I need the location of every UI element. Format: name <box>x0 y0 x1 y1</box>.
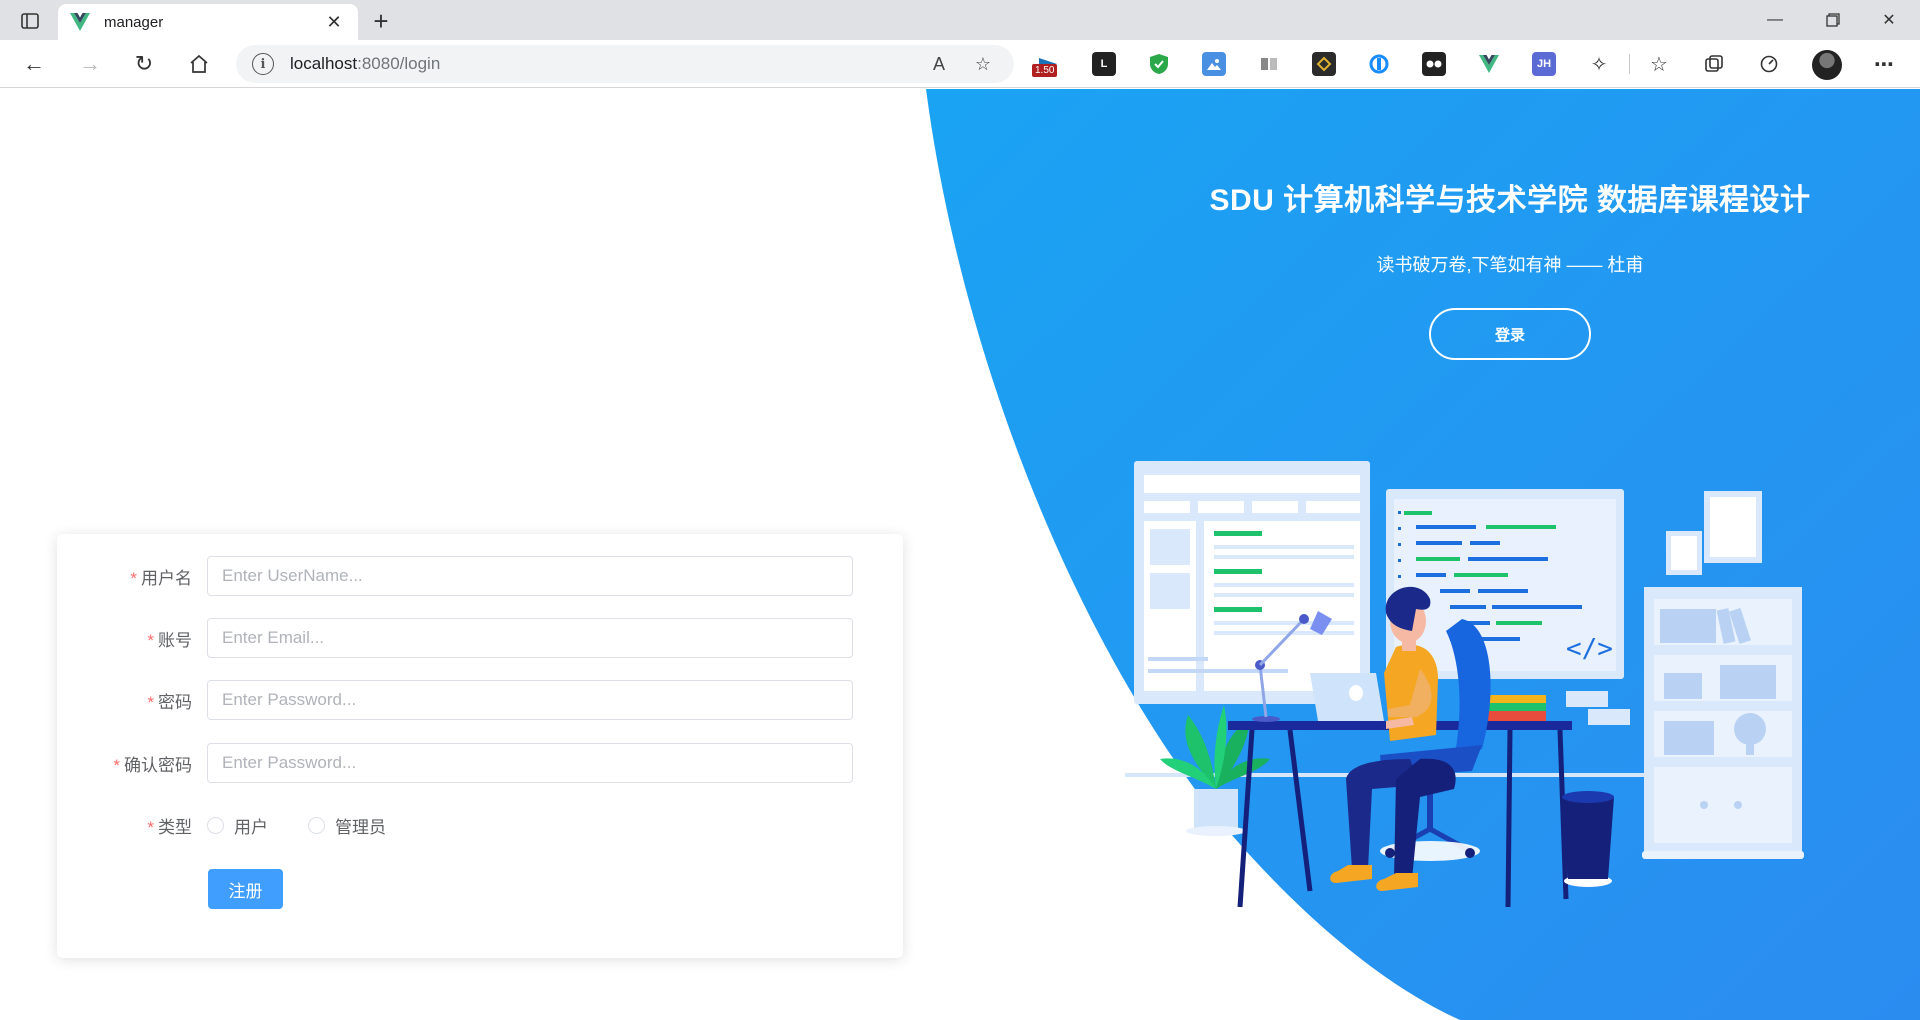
radio-admin-label: 管理员 <box>335 817 386 837</box>
confirm-password-row: * 确认密码 <box>57 742 903 784</box>
hero-title: SDU 计算机科学与技术学院 数据库课程设计 <box>1209 184 1811 217</box>
favorites-icon[interactable]: ☆ <box>1647 52 1671 76</box>
vue-logo-icon <box>70 13 90 31</box>
extension-blue-drop-icon[interactable] <box>1367 52 1391 76</box>
extension-shield-icon[interactable] <box>1147 52 1171 76</box>
extension-reader-icon[interactable] <box>1257 52 1281 76</box>
page-content: SDU 计算机科学与技术学院 数据库课程设计 读书破万卷,下笔如有神 —— 杜甫… <box>0 89 1920 1020</box>
username-label: * 用户名 <box>57 564 207 589</box>
laptop-illustration <box>1310 673 1384 721</box>
trash-can-illustration <box>1562 791 1614 887</box>
radio-user-label: 用户 <box>234 817 268 837</box>
confirm-password-input[interactable] <box>207 743 853 783</box>
required-mark: * <box>147 630 154 650</box>
extension-vue-devtools-icon[interactable] <box>1477 52 1501 76</box>
password-label: * 密码 <box>57 688 207 713</box>
required-mark: * <box>113 755 120 775</box>
register-form-card: *用户名 *账号 *密码 *确认密码 *类型 用户 管理员 <box>57 534 903 958</box>
url-text: localhost:8080/login <box>290 54 910 74</box>
extension-image-icon[interactable] <box>1202 52 1226 76</box>
home-icon[interactable] <box>181 46 217 82</box>
url-path: :8080/login <box>357 54 441 73</box>
type-label-text: 类型 <box>158 817 192 837</box>
radio-admin[interactable]: 管理员 <box>308 813 386 838</box>
password-row: * 密码 <box>57 679 903 721</box>
collections-icon[interactable] <box>1702 52 1726 76</box>
address-bar[interactable]: i localhost:8080/login A ☆ <box>236 45 1014 83</box>
required-mark: * <box>130 568 137 588</box>
account-label-text: 账号 <box>158 630 192 650</box>
tab-title: manager <box>104 13 164 31</box>
back-icon[interactable]: ← <box>16 46 52 82</box>
toolbar-separator <box>1629 54 1630 74</box>
extension-jh-icon[interactable]: JH <box>1532 52 1556 76</box>
confirm-password-label: * 确认密码 <box>57 751 207 776</box>
tab-close-icon[interactable]: ✕ <box>322 12 346 33</box>
username-label-text: 用户名 <box>141 568 192 588</box>
type-row: * 类型 用户 管理员 <box>57 804 903 846</box>
minimize-icon[interactable]: — <box>1752 4 1798 36</box>
extension-badge: 1.50 <box>1032 64 1058 77</box>
radio-user-circle[interactable] <box>207 816 224 834</box>
radio-admin-circle[interactable] <box>308 816 325 834</box>
browser-tab-bar: manager ✕ + — ✕ <box>0 0 1920 40</box>
profile-avatar[interactable] <box>1812 50 1842 80</box>
refresh-icon[interactable]: ↻ <box>126 46 162 82</box>
developer-illustration: </> <box>1125 461 1804 908</box>
site-info-icon[interactable]: i <box>252 53 274 75</box>
add-favorite-icon[interactable]: ☆ <box>968 54 998 75</box>
close-window-icon[interactable]: ✕ <box>1866 4 1912 36</box>
bookshelf-illustration <box>1642 587 1804 859</box>
browser-tab[interactable]: manager ✕ <box>58 4 358 40</box>
password-input[interactable] <box>207 680 853 720</box>
forward-icon[interactable]: → <box>72 46 108 82</box>
type-label: * 类型 <box>57 813 207 838</box>
user-type-radio-group: 用户 管理员 <box>207 813 426 838</box>
register-button[interactable]: 注册 <box>208 869 283 909</box>
password-label-text: 密码 <box>158 692 192 712</box>
read-aloud-icon[interactable]: A <box>924 54 954 75</box>
tab-actions-icon[interactable] <box>12 8 48 34</box>
extension-diamond-icon[interactable] <box>1312 52 1336 76</box>
username-input[interactable] <box>207 556 853 596</box>
more-menu-icon[interactable]: ⋯ <box>1872 52 1896 76</box>
dashboard-panel-illustration <box>1134 461 1370 704</box>
code-symbol: </> <box>1566 634 1613 664</box>
required-mark: * <box>147 692 154 712</box>
account-label: * 账号 <box>57 626 207 651</box>
extension-l-icon[interactable]: L <box>1092 52 1116 76</box>
browser-toolbar: ← → ↻ i localhost:8080/login A ☆ 1.50 L … <box>0 40 1920 88</box>
extensions-puzzle-icon[interactable]: ✧ <box>1587 52 1611 76</box>
extension-glasses-icon[interactable] <box>1422 52 1446 76</box>
username-row: * 用户名 <box>57 555 903 597</box>
hero-subtitle: 读书破万卷,下笔如有神 —— 杜甫 <box>1376 255 1644 275</box>
required-mark: * <box>147 817 154 837</box>
performance-icon[interactable] <box>1757 52 1781 76</box>
new-tab-icon[interactable]: + <box>366 6 396 36</box>
login-button[interactable]: 登录 <box>1429 308 1591 360</box>
radio-user[interactable]: 用户 <box>207 813 268 838</box>
confirm-password-label-text: 确认密码 <box>124 755 192 775</box>
url-host: localhost <box>290 54 358 73</box>
restore-icon[interactable] <box>1810 4 1856 36</box>
email-input[interactable] <box>207 618 853 658</box>
account-row: * 账号 <box>57 617 903 659</box>
